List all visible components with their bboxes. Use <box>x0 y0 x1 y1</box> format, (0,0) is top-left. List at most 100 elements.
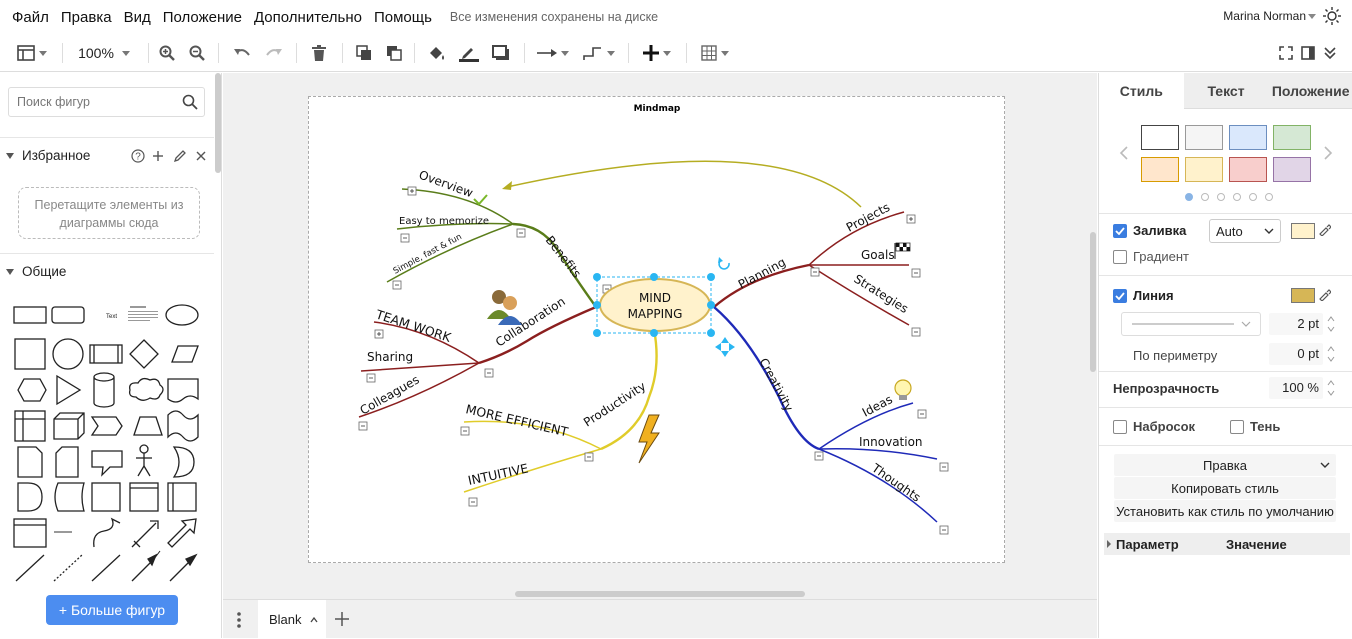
tab-arrange[interactable]: Положение <box>1268 73 1352 109</box>
style-swatch[interactable] <box>1273 157 1311 182</box>
style-swatch[interactable] <box>1229 125 1267 150</box>
swatch-page-dots[interactable] <box>1185 193 1273 201</box>
style-swatch[interactable] <box>1185 157 1223 182</box>
delete-button[interactable] <box>306 40 332 66</box>
diagram-page[interactable]: Mindmap Benefits Overview Easy to memori… <box>308 96 1005 563</box>
menu-arrange[interactable]: Положение <box>157 9 248 26</box>
chevron-up-icon[interactable] <box>310 616 318 623</box>
fill-color-swatch[interactable] <box>1291 223 1315 239</box>
menu-edit[interactable]: Правка <box>55 9 118 26</box>
style-swatch[interactable] <box>1141 125 1179 150</box>
checkbox-checked-icon[interactable] <box>1113 223 1127 238</box>
stepper-icon[interactable] <box>1327 345 1335 363</box>
tab-text[interactable]: Текст <box>1183 73 1269 109</box>
shadow-toggle[interactable]: Тень <box>1230 419 1280 434</box>
collapse-button[interactable] <box>1320 40 1340 66</box>
add-icon[interactable] <box>152 150 164 162</box>
fill-toggle[interactable]: Заливка <box>1113 223 1186 238</box>
edit-icon[interactable] <box>173 149 187 163</box>
user-name[interactable]: Marina Norman <box>1223 9 1306 23</box>
page-tab-blank[interactable]: Blank <box>258 600 326 639</box>
shape-palette[interactable]: Text <box>8 297 214 587</box>
perimeter-input[interactable]: 0 pt <box>1269 343 1323 365</box>
swimlane-shape <box>14 410 46 442</box>
canvas-area[interactable]: Mindmap Benefits Overview Easy to memori… <box>223 73 1097 599</box>
sidebar-scrollbar[interactable] <box>215 73 221 173</box>
lightning-icon <box>638 414 660 464</box>
central-node[interactable] <box>599 278 711 332</box>
to-front-button[interactable] <box>352 40 376 66</box>
zoom-in-button[interactable] <box>156 40 178 66</box>
line-color-button[interactable] <box>456 40 482 66</box>
add-page-icon[interactable] <box>335 612 349 626</box>
menu-file[interactable]: Файл <box>0 9 55 26</box>
fullscreen-button[interactable] <box>1276 40 1296 66</box>
redo-button[interactable] <box>262 40 286 66</box>
style-swatch[interactable] <box>1229 157 1267 182</box>
edit-style-button[interactable]: Правка <box>1114 454 1336 476</box>
fill-type-select[interactable]: Auto <box>1209 219 1281 243</box>
chevron-down-icon[interactable] <box>1308 14 1316 19</box>
line-pattern-select[interactable] <box>1121 312 1261 336</box>
checkbox-checked-icon[interactable] <box>1113 288 1127 303</box>
canvas-horizontal-scrollbar[interactable] <box>515 591 805 597</box>
to-back-button[interactable] <box>382 40 406 66</box>
text-shape: Text <box>106 314 117 320</box>
sketch-toggle[interactable]: Набросок <box>1113 419 1195 434</box>
easy-label: Easy to memorize <box>399 216 489 227</box>
chevron-left-icon[interactable] <box>1119 146 1129 160</box>
checkbox-icon[interactable] <box>1113 249 1127 264</box>
more-shapes-button[interactable]: + Больше фигур <box>46 595 178 625</box>
canvas-vertical-scrollbar[interactable] <box>1090 232 1096 372</box>
theme-sun-icon[interactable] <box>1322 6 1342 26</box>
shadow-button[interactable] <box>488 40 514 66</box>
eyedropper-icon[interactable] <box>1319 224 1331 236</box>
search-icon[interactable] <box>182 94 198 110</box>
table-icon <box>701 45 717 61</box>
tab-style[interactable]: Стиль <box>1099 73 1184 109</box>
copy-style-button[interactable]: Копировать стиль <box>1114 477 1336 499</box>
chevron-right-icon[interactable] <box>1323 146 1333 160</box>
stepper-icon[interactable] <box>1327 315 1335 333</box>
menu-extras[interactable]: Дополнительно <box>248 9 368 26</box>
line-width-input[interactable]: 2 pt <box>1269 313 1323 335</box>
delay-shape <box>17 482 43 512</box>
projects-to-overview-arrow[interactable] <box>506 160 862 208</box>
menu-help[interactable]: Помощь <box>368 9 438 26</box>
menu-view[interactable]: Вид <box>118 9 157 26</box>
set-default-style-button[interactable]: Установить как стиль по умолчанию <box>1114 500 1336 522</box>
line-color-swatch[interactable] <box>1291 288 1315 303</box>
shadow-label: Тень <box>1250 419 1281 434</box>
close-icon[interactable] <box>195 150 207 162</box>
favorites-dropzone[interactable]: Перетащите элементы из диаграммы сюда <box>18 187 200 239</box>
zoom-out-button[interactable] <box>186 40 208 66</box>
general-header[interactable]: Общие <box>0 253 214 289</box>
help-icon[interactable]: ? <box>131 149 145 163</box>
gradient-toggle[interactable]: Градиент <box>1113 249 1189 264</box>
table-button[interactable] <box>696 40 734 66</box>
search-input[interactable]: Поиск фигур <box>8 87 205 117</box>
checkbox-icon[interactable] <box>1113 419 1127 434</box>
opacity-input[interactable]: 100 % <box>1269 377 1323 399</box>
caret-right-icon[interactable] <box>1106 540 1112 548</box>
connection-style-button[interactable] <box>534 40 572 66</box>
arrow-shape <box>167 518 197 548</box>
move-icon[interactable] <box>715 337 735 357</box>
style-swatch[interactable] <box>1273 125 1311 150</box>
undo-button[interactable] <box>230 40 254 66</box>
stepper-icon[interactable] <box>1327 379 1335 397</box>
eyedropper-icon[interactable] <box>1319 289 1331 301</box>
panel-toggle-button[interactable] <box>1298 40 1318 66</box>
zoom-select[interactable]: 100% <box>72 40 136 66</box>
more-vertical-icon[interactable] <box>237 611 241 629</box>
style-swatch[interactable] <box>1141 157 1179 182</box>
favorites-header[interactable]: Избранное ? <box>0 137 214 173</box>
checkbox-icon[interactable] <box>1230 419 1244 434</box>
mindmap-diagram[interactable]: Mindmap Benefits Overview Easy to memori… <box>309 97 1006 564</box>
line-toggle[interactable]: Линия <box>1113 288 1174 303</box>
format-panel-toggle[interactable] <box>12 40 52 66</box>
style-swatch[interactable] <box>1185 125 1223 150</box>
waypoints-button[interactable] <box>580 40 618 66</box>
insert-button[interactable] <box>638 40 676 66</box>
fill-color-button[interactable] <box>424 40 450 66</box>
